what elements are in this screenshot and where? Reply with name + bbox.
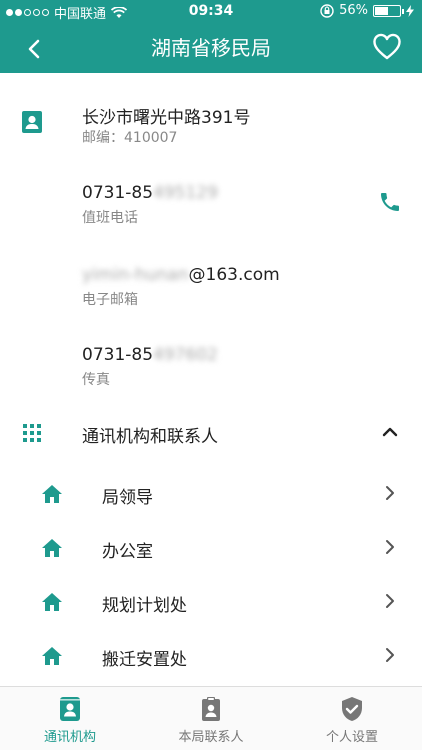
heart-icon[interactable] xyxy=(372,32,402,62)
tab-directory-label: 通讯机构 xyxy=(43,730,96,745)
phone-prefix: 0731-85 xyxy=(82,183,154,203)
fax-label: 传真 xyxy=(82,372,110,388)
home-icon xyxy=(42,593,62,611)
email-hidden-user: yimin-hunan xyxy=(82,265,189,285)
fax-prefix: 0731-85 xyxy=(82,345,154,365)
chevron-right-icon xyxy=(386,648,394,662)
battery-percent: 56% xyxy=(339,3,368,18)
contact-card-icon xyxy=(22,111,42,133)
tab-directory[interactable]: 通讯机构 xyxy=(0,687,140,750)
tab-contacts-label: 本局联系人 xyxy=(178,730,244,745)
page-title: 湖南省移民局 xyxy=(151,36,271,60)
fax-number: 0731-85497602 xyxy=(82,345,218,365)
rotation-lock-icon xyxy=(320,3,334,18)
department-item[interactable]: 办公室 xyxy=(0,522,422,576)
email-label: 电子邮箱 xyxy=(82,292,138,308)
home-icon xyxy=(42,485,62,503)
chevron-right-icon xyxy=(386,594,394,608)
phone-icon[interactable] xyxy=(378,190,402,214)
email-domain: @163.com xyxy=(188,265,280,285)
department-item[interactable]: 局领导 xyxy=(0,468,422,522)
chevron-right-icon xyxy=(386,486,394,500)
email-address[interactable]: yimin-hunan@163.com xyxy=(82,265,280,285)
phone-number[interactable]: 0731-85495129 xyxy=(82,183,218,203)
battery-icon xyxy=(373,4,404,17)
tab-bar: 通讯机构 本局联系人 个人设置 xyxy=(0,686,422,750)
department-item[interactable]: 规划计划处 xyxy=(0,576,422,630)
directory-book-icon xyxy=(60,697,80,721)
home-icon xyxy=(42,539,62,557)
tab-contacts[interactable]: 本局联系人 xyxy=(141,687,281,750)
home-icon xyxy=(42,647,62,665)
chevron-up-icon[interactable] xyxy=(381,424,399,440)
app-header: 中国联通 09:34 56% 湖南省移民局 xyxy=(0,0,422,73)
grid-icon xyxy=(23,424,41,442)
shield-check-icon xyxy=(342,697,362,721)
tab-settings[interactable]: 个人设置 xyxy=(282,687,422,750)
status-bar: 中国联通 09:34 56% xyxy=(0,0,422,22)
phone-hidden-digits: 495129 xyxy=(153,183,218,203)
nav-bar: 湖南省移民局 xyxy=(0,22,422,73)
department-label: 搬迁安置处 xyxy=(102,650,187,670)
postcode: 邮编：410007 xyxy=(82,130,178,146)
address-line: 长沙市曙光中路391号 xyxy=(82,108,251,128)
phone-label: 值班电话 xyxy=(82,210,138,226)
department-label: 办公室 xyxy=(102,542,153,562)
chevron-right-icon xyxy=(386,540,394,554)
clipboard-person-icon xyxy=(202,697,220,721)
department-label: 局领导 xyxy=(102,488,153,508)
department-item[interactable]: 搬迁安置处 xyxy=(0,630,422,684)
department-label: 规划计划处 xyxy=(102,596,187,616)
tab-settings-label: 个人设置 xyxy=(325,730,378,745)
fax-hidden-digits: 497602 xyxy=(153,345,218,365)
section-title: 通讯机构和联系人 xyxy=(82,427,218,447)
charging-icon xyxy=(406,4,414,17)
